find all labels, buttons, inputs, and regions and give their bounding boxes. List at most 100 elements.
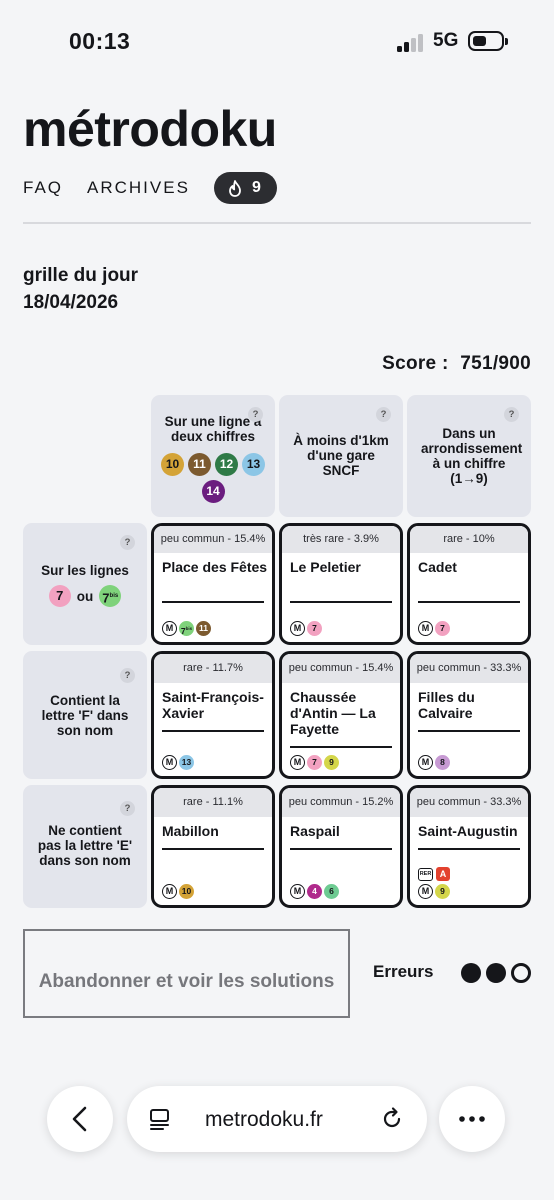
- rarity-label: rare - 11.7%: [154, 654, 272, 683]
- status-time: 00:13: [69, 28, 131, 54]
- station-name: Cadet: [418, 559, 457, 575]
- rer-icon: RER: [418, 867, 433, 881]
- chevron-left-icon: [72, 1106, 87, 1132]
- site-logo[interactable]: métrodoku: [23, 100, 277, 158]
- station-lines: M 7: [418, 621, 450, 636]
- grid-cell-r3c1[interactable]: rare - 11.1% Mabillon M 10: [151, 785, 275, 908]
- station-lines: M 9: [418, 884, 450, 899]
- nav-archives[interactable]: ARCHIVES: [87, 178, 190, 198]
- rer-a-badge: A: [436, 867, 450, 881]
- station-name: Saint-François-Xavier: [162, 689, 264, 721]
- battery-icon: [468, 31, 508, 51]
- day-date: 18/04/2026: [23, 292, 119, 313]
- top-nav: FAQ ARCHIVES 9: [23, 172, 277, 204]
- row-header-text: Ne contient pas la lettre 'E' dans son n…: [37, 823, 133, 868]
- row-header-2: ? Contient la lettre 'F' dans son nom: [23, 651, 147, 779]
- nav-faq[interactable]: FAQ: [23, 178, 63, 198]
- rarity-label: rare - 10%: [410, 526, 528, 553]
- station-lines: M 10: [162, 884, 194, 899]
- station-lines: M 4 6: [290, 884, 339, 899]
- error-dot-used: [461, 963, 481, 983]
- grid-cell-r1c1[interactable]: peu commun - 15.4% Place des Fêtes M 7bi…: [151, 523, 275, 645]
- grid-cell-r2c3[interactable]: peu commun - 33.3% Filles du Calvaire M …: [407, 651, 531, 779]
- row-header-text: Sur les lignes: [41, 563, 129, 578]
- line-9-badge: 9: [324, 755, 339, 770]
- url-text: metrodoku.fr: [205, 1108, 323, 1131]
- station-name: Le Peletier: [290, 559, 361, 575]
- line-9-badge: 9: [435, 884, 450, 899]
- grid-cell-r1c2[interactable]: très rare - 3.9% Le Peletier M 7: [279, 523, 403, 645]
- station-lines: M 7: [290, 621, 322, 636]
- station-lines: M 13: [162, 755, 194, 770]
- line-7bis-badge: 7bis: [179, 621, 194, 636]
- help-icon[interactable]: ?: [504, 407, 519, 422]
- ellipsis-icon: [459, 1116, 485, 1122]
- divider: [162, 730, 264, 732]
- streak-badge[interactable]: 9: [213, 172, 277, 204]
- help-icon[interactable]: ?: [376, 407, 391, 422]
- station-lines: M 7bis 11: [162, 621, 211, 636]
- line-10-badge: 10: [161, 453, 184, 476]
- day-heading: grille du jour: [23, 265, 139, 286]
- help-icon[interactable]: ?: [120, 668, 135, 683]
- address-bar[interactable]: metrodoku.fr: [127, 1086, 427, 1152]
- back-button[interactable]: [47, 1086, 113, 1152]
- rarity-label: peu commun - 15.2%: [282, 788, 400, 817]
- divider: [290, 848, 392, 850]
- divider: [290, 601, 392, 603]
- give-up-button[interactable]: Abandonner et voir les solutions: [23, 929, 350, 1018]
- line-7-badge: 7: [48, 585, 71, 607]
- or-label: ou: [76, 588, 94, 604]
- metro-icon: M: [418, 755, 433, 770]
- score-label: Score :: [382, 353, 449, 374]
- header-divider: [23, 222, 531, 224]
- rarity-label: peu commun - 15.4%: [154, 526, 272, 553]
- station-name: Saint-Augustin: [418, 823, 518, 839]
- station-name: Filles du Calvaire: [418, 689, 475, 721]
- error-dot-used: [486, 963, 506, 983]
- line-11-badge: 11: [196, 621, 211, 636]
- metro-icon: M: [290, 755, 305, 770]
- rarity-label: rare - 11.1%: [154, 788, 272, 817]
- help-icon[interactable]: ?: [120, 535, 135, 550]
- metro-icon: M: [162, 621, 177, 636]
- help-icon[interactable]: ?: [248, 407, 263, 422]
- metro-icon: M: [162, 755, 177, 770]
- line-badges: 10 11 12 13 14: [151, 453, 275, 503]
- row-header-text: Contient la lettre 'F' dans son nom: [41, 693, 129, 738]
- line-7-badge: 7: [307, 621, 322, 636]
- grid-cell-r3c2[interactable]: peu commun - 15.2% Raspail M 4 6: [279, 785, 403, 908]
- station-name: Mabillon: [162, 823, 219, 839]
- metro-icon: M: [418, 621, 433, 636]
- grid-cell-r1c3[interactable]: rare - 10% Cadet M 7: [407, 523, 531, 645]
- station-lines: M 8: [418, 755, 450, 770]
- error-dot-remaining: [511, 963, 531, 983]
- grid-cell-r3c3[interactable]: peu commun - 33.3% Saint-Augustin RER A …: [407, 785, 531, 908]
- errors-label: Erreurs: [373, 962, 434, 981]
- help-icon[interactable]: ?: [120, 801, 135, 816]
- divider: [418, 601, 520, 603]
- line-7bis-badge: 7bis: [99, 585, 122, 607]
- column-header-1: ? Sur une ligne à deux chiffres 10 11 12…: [151, 395, 275, 517]
- column-header-2: ? À moins d'1km d'une gare SNCF: [279, 395, 403, 517]
- station-lines: M 7 9: [290, 755, 339, 770]
- reload-icon[interactable]: [379, 1106, 405, 1132]
- line-11-badge: 11: [188, 453, 211, 476]
- more-button[interactable]: [439, 1086, 505, 1152]
- grid-cell-r2c2[interactable]: peu commun - 15.4% Chaussée d'Antin — La…: [279, 651, 403, 779]
- rarity-label: peu commun - 33.3%: [410, 788, 528, 817]
- divider: [162, 601, 264, 603]
- line-6-badge: 6: [324, 884, 339, 899]
- line-10-badge: 10: [179, 884, 194, 899]
- line-7-badge: 7: [435, 621, 450, 636]
- flame-icon: [229, 179, 241, 197]
- rarity-label: peu commun - 33.3%: [410, 654, 528, 683]
- line-12-badge: 12: [215, 453, 238, 476]
- line-13-badge: 13: [242, 453, 265, 476]
- row-line-badges: 7 ou 7bis: [23, 585, 147, 607]
- rer-lines: RER A: [418, 867, 450, 881]
- divider: [162, 848, 264, 850]
- metro-icon: M: [290, 621, 305, 636]
- rarity-label: peu commun - 15.4%: [282, 654, 400, 683]
- grid-cell-r2c1[interactable]: rare - 11.7% Saint-François-Xavier M 13: [151, 651, 275, 779]
